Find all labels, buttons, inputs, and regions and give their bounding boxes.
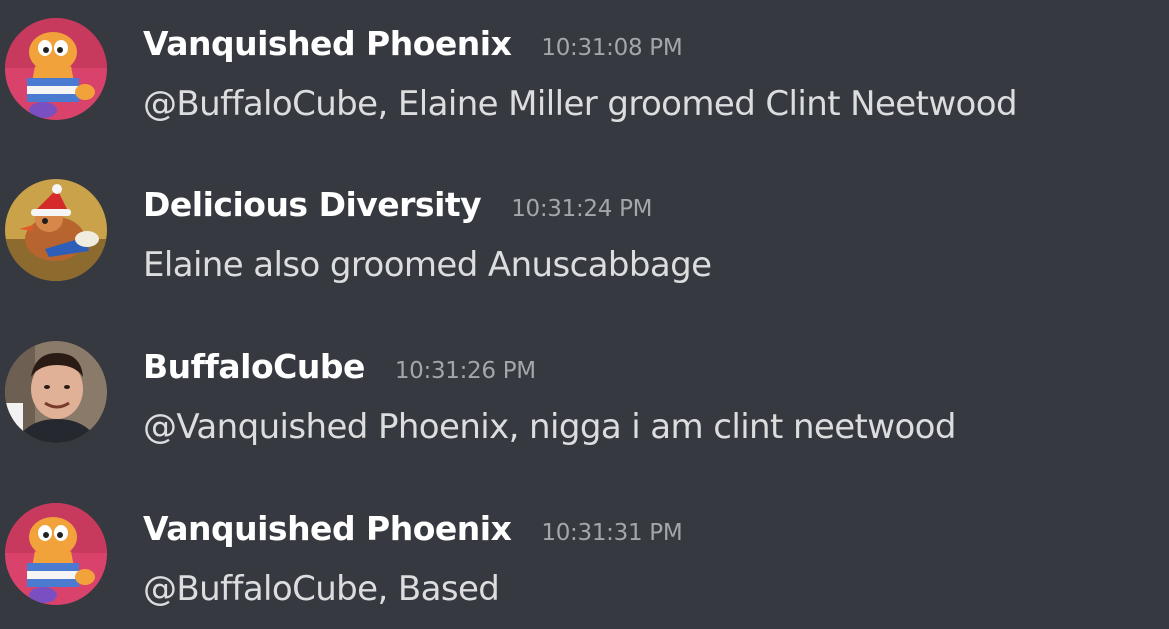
- message-text: @BuffaloCube, Based: [143, 569, 500, 609]
- cartoon-cat-avatar-icon[interactable]: [5, 503, 107, 605]
- chat-message-list: Vanquished Phoenix 10:31:08 PM @BuffaloC…: [0, 0, 1169, 629]
- username[interactable]: BuffaloCube: [143, 347, 365, 386]
- timestamp: 10:31:31 PM: [541, 520, 683, 546]
- cartoon-cat-avatar-icon[interactable]: [5, 18, 107, 120]
- timestamp: 10:31:26 PM: [394, 358, 536, 384]
- chat-message: Vanquished Phoenix 10:31:31 PM @BuffaloC…: [0, 503, 1169, 629]
- username[interactable]: Delicious Diversity: [143, 185, 482, 224]
- timestamp: 10:31:24 PM: [511, 196, 653, 222]
- message-text: Elaine also groomed Anuscabbage: [143, 245, 712, 285]
- chat-message: Delicious Diversity 10:31:24 PM Elaine a…: [0, 179, 1169, 319]
- message-text: @BuffaloCube, Elaine Miller groomed Clin…: [143, 84, 1018, 124]
- username[interactable]: Vanquished Phoenix: [143, 24, 512, 63]
- duck-santa-hat-avatar-icon[interactable]: [5, 179, 107, 281]
- chat-message: Vanquished Phoenix 10:31:08 PM @BuffaloC…: [0, 18, 1169, 158]
- man-photo-avatar-icon[interactable]: [5, 341, 107, 443]
- username[interactable]: Vanquished Phoenix: [143, 509, 512, 548]
- chat-message: BuffaloCube 10:31:26 PM @Vanquished Phoe…: [0, 341, 1169, 481]
- timestamp: 10:31:08 PM: [541, 35, 683, 61]
- message-text: @Vanquished Phoenix, nigga i am clint ne…: [143, 407, 956, 447]
